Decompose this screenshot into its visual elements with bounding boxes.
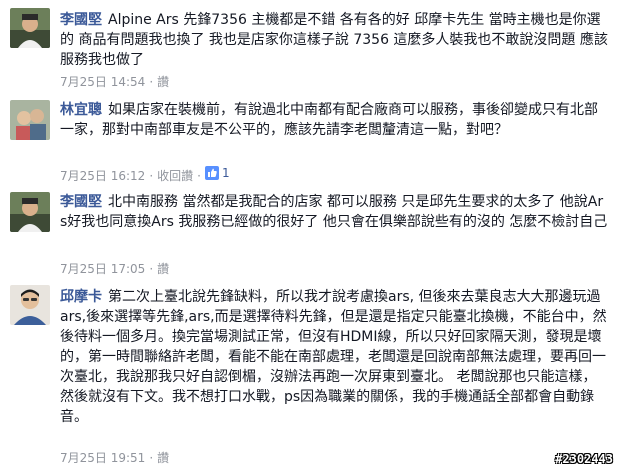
comment-author[interactable]: 林宜聰 xyxy=(60,102,102,118)
like-link[interactable]: 讚 xyxy=(157,262,169,276)
comment-1: 李國堅 Alpine Ars 先鋒7356 主機都是不錯 各有各的好 邱摩卡先生 … xyxy=(0,0,619,100)
comment-author[interactable]: 邱摩卡 xyxy=(60,289,102,305)
comment-4: 邱摩卡 第二次上臺北說先鋒缺料，所以我才說考慮換ars, 但後來去葉良志大大那邊玩… xyxy=(0,282,619,468)
comment-text: 北中南服務 當然都是我配合的店家 都可以服務 只是邱先生要求的太多了 他說Ars… xyxy=(60,194,608,230)
comment-body: 李國堅 北中南服務 當然都是我配合的店家 都可以服務 只是邱先生要求的太多了 他說… xyxy=(60,192,608,232)
avatar[interactable] xyxy=(10,285,50,325)
meta-separator: · xyxy=(149,262,154,276)
comment-timestamp[interactable]: 7月25日 14:54 xyxy=(60,75,145,89)
like-count-value: 1 xyxy=(221,166,230,180)
avatar[interactable] xyxy=(10,100,50,140)
comment-timestamp[interactable]: 7月25日 19:51 xyxy=(60,451,145,465)
unlike-link[interactable]: 收回讚 xyxy=(157,169,193,183)
comment-body: 李國堅 Alpine Ars 先鋒7356 主機都是不錯 各有各的好 邱摩卡先生 … xyxy=(60,10,608,70)
comment-text: Alpine Ars 先鋒7356 主機都是不錯 各有各的好 邱摩卡先生 當時主… xyxy=(60,12,608,68)
watermark: #2302443 xyxy=(555,452,613,466)
avatar[interactable] xyxy=(10,192,50,232)
comment-timestamp[interactable]: 7月25日 17:05 xyxy=(60,262,145,276)
comment-text: 如果店家在裝機前，有說過北中南都有配合廠商可以服務，事後卻變成只有北部一家，那對… xyxy=(60,102,598,138)
comment-meta: 7月25日 14:54 · 讚 xyxy=(60,74,169,90)
comment-3: 李國堅 北中南服務 當然都是我配合的店家 都可以服務 只是邱先生要求的太多了 他說… xyxy=(0,192,619,282)
avatar[interactable] xyxy=(10,8,50,48)
like-link[interactable]: 讚 xyxy=(157,451,169,465)
comment-meta: 7月25日 19:51 · 讚 xyxy=(60,450,169,466)
comment-2: 林宜聰 如果店家在裝機前，有說過北中南都有配合廠商可以服務，事後卻變成只有北部一家… xyxy=(0,100,619,192)
thumbs-up-icon xyxy=(204,166,219,180)
comment-author[interactable]: 李國堅 xyxy=(60,194,102,210)
comment-body: 林宜聰 如果店家在裝機前，有說過北中南都有配合廠商可以服務，事後卻變成只有北部一家… xyxy=(60,100,608,140)
comment-text: 第二次上臺北說先鋒缺料，所以我才說考慮換ars, 但後來去葉良志大大那邊玩過ar… xyxy=(60,289,607,425)
like-count[interactable]: 1 xyxy=(204,165,230,181)
comment-body: 邱摩卡 第二次上臺北說先鋒缺料，所以我才說考慮換ars, 但後來去葉良志大大那邊玩… xyxy=(60,287,608,427)
comment-timestamp[interactable]: 7月25日 16:12 xyxy=(60,169,145,183)
meta-separator: · xyxy=(149,169,154,183)
comment-meta: 7月25日 17:05 · 讚 xyxy=(60,261,169,277)
comment-author[interactable]: 李國堅 xyxy=(60,12,102,28)
meta-separator: · xyxy=(197,169,201,183)
meta-separator: · xyxy=(149,451,154,465)
comment-meta: 7月25日 16:12 · 收回讚 · 1 xyxy=(60,165,230,184)
meta-separator: · xyxy=(149,75,154,89)
like-link[interactable]: 讚 xyxy=(157,75,169,89)
